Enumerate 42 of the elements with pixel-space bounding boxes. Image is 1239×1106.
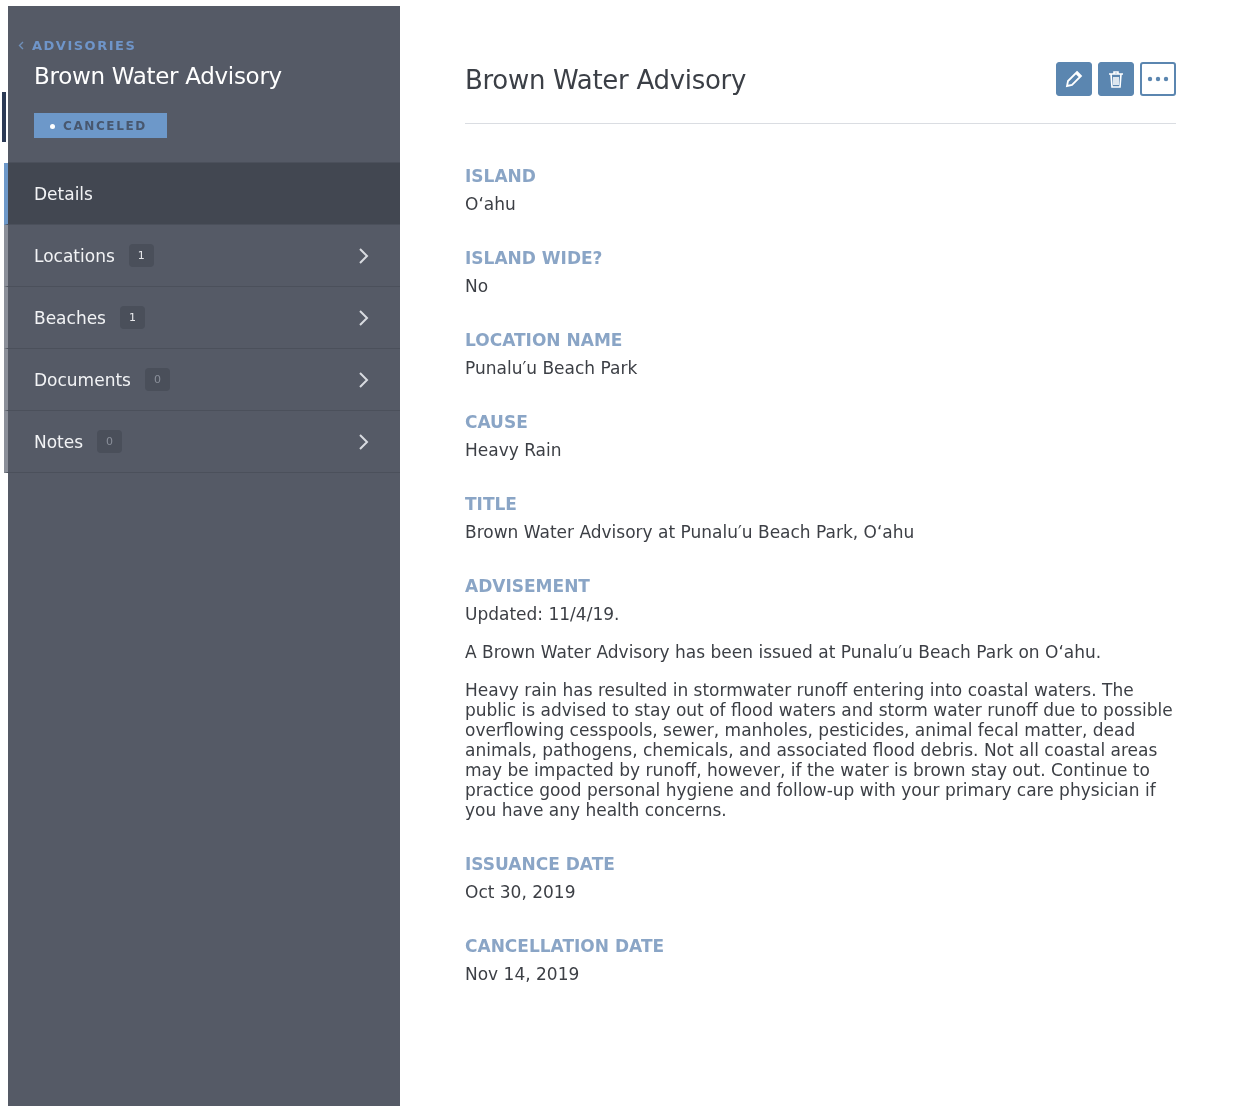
- field-value: O‘ahu: [465, 194, 517, 214]
- field-value: Punalu′u Beach Park: [465, 358, 639, 378]
- field-label: ADVISEMENT: [465, 576, 591, 596]
- trash-icon: [1106, 68, 1126, 89]
- field-label: ISLAND WIDE?: [465, 248, 604, 268]
- field-label: LOCATION NAME: [465, 330, 624, 350]
- chevron-icon: [358, 246, 370, 265]
- field-value: A Brown Water Advisory has been issued at Punalu′u Beach Park on O‘ahu.: [465, 642, 1103, 662]
- field-label: ISSUANCE DATE: [465, 854, 616, 874]
- field-value: Heavy Rain: [465, 440, 563, 460]
- field-label: CAUSE: [465, 412, 529, 432]
- more-icon: [1147, 75, 1169, 82]
- nav-item[interactable]: Beaches 1: [4, 287, 400, 349]
- field-value: Heavy rain has resulted in stormwater runoff entering into coastal waters. The public is advised to stay out of flood waters and storm water runoff due to possible overflowing cesspools, sewer, manholes, pesticides, animal fecal matter, dead animals, pathogens, chemicals, and associated flood debris. Not all coastal areas may be impacted by runoff, however, if the water is brown stay out. Continue to practice good personal hygiene and follow-up with your primary care physician if you have any health concerns.: [465, 680, 1174, 820]
- field-value: Updated: 11/4/19.: [465, 604, 621, 624]
- pencil-icon: [1064, 68, 1084, 89]
- field-value: Nov 14, 2019: [465, 964, 581, 984]
- count-badge: 1: [120, 306, 145, 329]
- status-tag: CANCELED: [34, 113, 167, 138]
- field-label: CANCELLATION DATE: [465, 936, 666, 956]
- count-badge: 0: [97, 430, 123, 453]
- chevron-left-icon: [18, 41, 24, 50]
- field-label: TITLE: [465, 494, 518, 514]
- chevron-icon: [358, 432, 370, 451]
- nav-item[interactable]: Details: [4, 163, 400, 225]
- chevron-icon: [358, 308, 370, 327]
- edge-marker: [2, 92, 6, 142]
- field-value: No: [465, 276, 490, 296]
- field-value: Brown Water Advisory at Punalu′u Beach Park, O‘ahu: [465, 522, 916, 542]
- nav-item[interactable]: Documents 0: [4, 349, 400, 411]
- page-title: Brown Water Advisory: [465, 63, 746, 95]
- nav-item[interactable]: Notes 0: [4, 411, 400, 473]
- nav-item[interactable]: Locations 1: [4, 225, 400, 287]
- more-button[interactable]: [1140, 61, 1176, 96]
- advisory-title: Brown Water Advisory: [34, 63, 283, 89]
- count-badge: 0: [144, 368, 170, 391]
- count-badge: 1: [128, 244, 154, 267]
- field-label: ISLAND: [465, 166, 537, 186]
- delete-button[interactable]: [1098, 61, 1134, 96]
- edit-button[interactable]: [1056, 61, 1092, 96]
- chevron-icon: [358, 370, 370, 389]
- field-value: Oct 30, 2019: [465, 882, 577, 902]
